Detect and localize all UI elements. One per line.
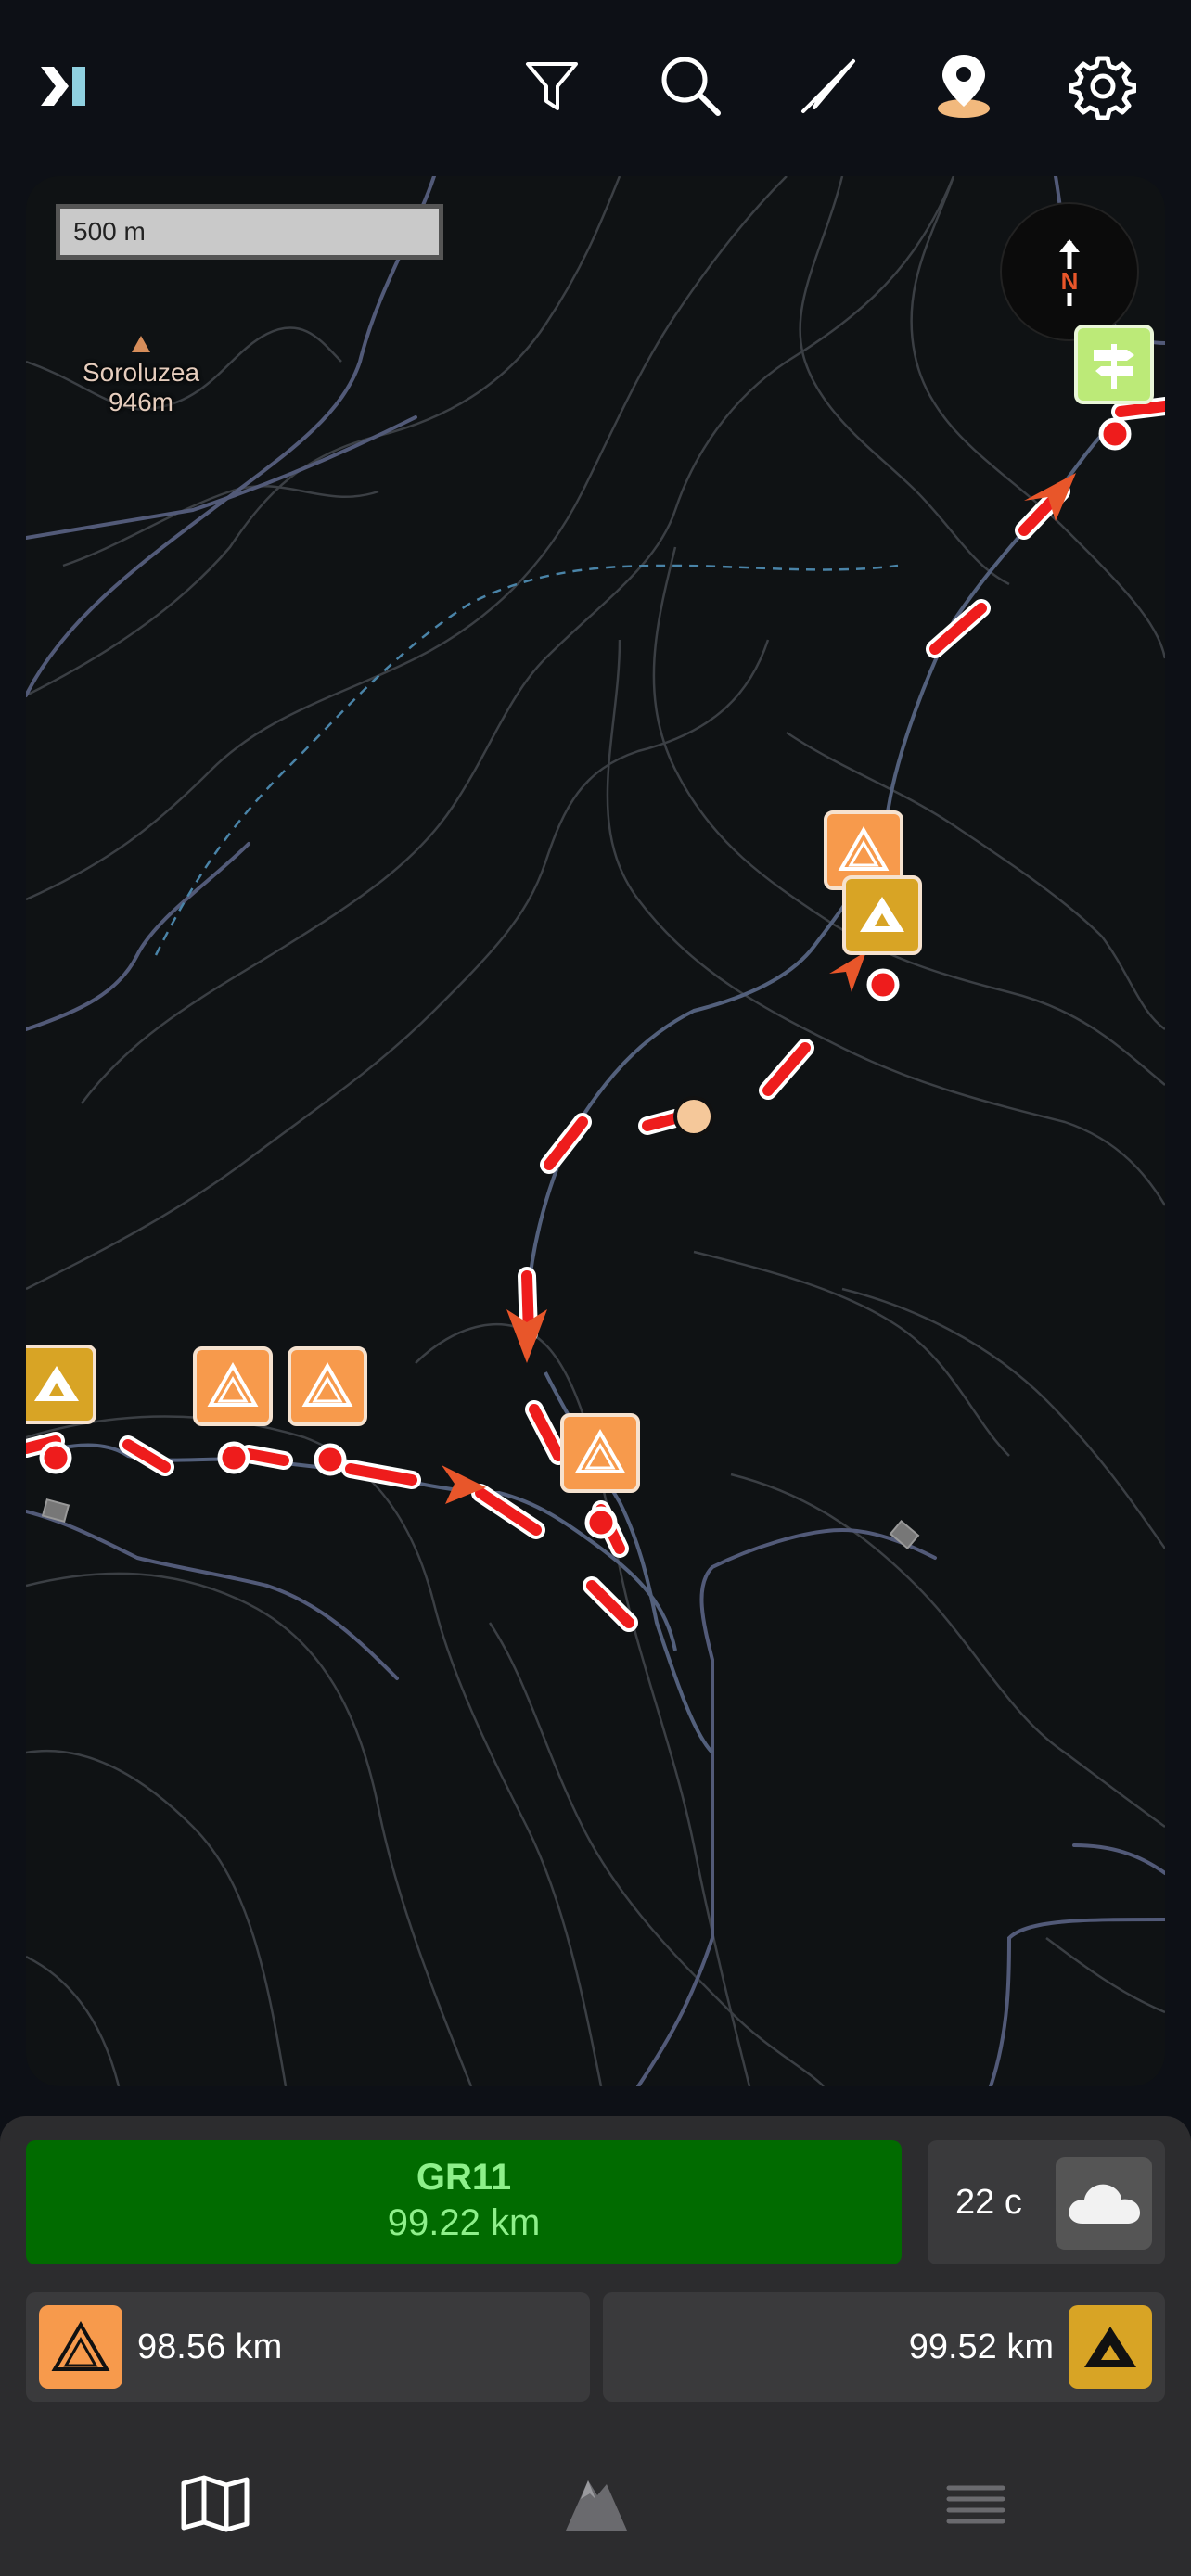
peak-icon bbox=[34, 1366, 79, 1401]
previous-waypoint-card[interactable]: 98.56 km bbox=[26, 2292, 590, 2402]
location-pin-icon[interactable] bbox=[926, 48, 1002, 124]
logo-icon[interactable] bbox=[26, 48, 102, 124]
compass-icon: N bbox=[1059, 239, 1080, 306]
search-icon[interactable] bbox=[653, 48, 729, 124]
camp-icon bbox=[574, 1428, 626, 1473]
camp-marker[interactable] bbox=[193, 1346, 273, 1426]
camp-icon bbox=[301, 1361, 353, 1407]
peak-elevation: 946m bbox=[108, 388, 174, 416]
signpost-marker[interactable] bbox=[1074, 325, 1154, 404]
compass-north-label: N bbox=[1061, 267, 1079, 295]
camp-icon bbox=[39, 2305, 122, 2389]
route-summary[interactable]: GR11 99.22 km bbox=[26, 2140, 902, 2264]
peak-marker[interactable] bbox=[842, 875, 922, 955]
menu-icon[interactable] bbox=[911, 2457, 1041, 2550]
gear-icon[interactable] bbox=[1065, 48, 1141, 124]
filter-icon[interactable] bbox=[514, 48, 590, 124]
route-distance: 99.22 km bbox=[387, 2202, 541, 2243]
next-waypoint-distance: 99.52 km bbox=[908, 2327, 1054, 2366]
route-name: GR11 bbox=[416, 2157, 512, 2198]
cloud-icon bbox=[1056, 2157, 1152, 2250]
peak-name: Soroluzea bbox=[82, 358, 200, 387]
next-waypoint-card[interactable]: 99.52 km bbox=[603, 2292, 1165, 2402]
weather-widget[interactable]: 22 c bbox=[928, 2140, 1165, 2264]
map-terrain bbox=[26, 176, 1165, 2086]
compass-button[interactable]: N bbox=[1002, 204, 1137, 339]
map-icon[interactable] bbox=[150, 2457, 280, 2550]
peak-icon bbox=[1069, 2305, 1152, 2389]
navigate-icon[interactable] bbox=[790, 48, 866, 124]
peak-marker[interactable] bbox=[26, 1345, 96, 1424]
camp-marker[interactable] bbox=[288, 1346, 367, 1426]
peak-icon bbox=[860, 897, 904, 932]
map-scale-bar: 500 m bbox=[56, 204, 443, 260]
mountain-icon[interactable] bbox=[531, 2457, 660, 2550]
camp-marker[interactable] bbox=[560, 1413, 640, 1493]
bottom-panel: GR11 99.22 km 22 c 98.56 km 99.52 km bbox=[0, 2116, 1191, 2576]
weather-temperature: 22 c bbox=[955, 2183, 1022, 2222]
previous-waypoint-distance: 98.56 km bbox=[137, 2327, 283, 2366]
camp-icon bbox=[207, 1361, 259, 1407]
trail-map[interactable]: 500 m Soroluzea 946m N bbox=[26, 176, 1165, 2086]
peak-label: Soroluzea 946m bbox=[67, 358, 215, 417]
signpost-icon bbox=[1094, 344, 1134, 389]
top-toolbar bbox=[0, 0, 1191, 176]
camp-icon bbox=[838, 825, 890, 871]
